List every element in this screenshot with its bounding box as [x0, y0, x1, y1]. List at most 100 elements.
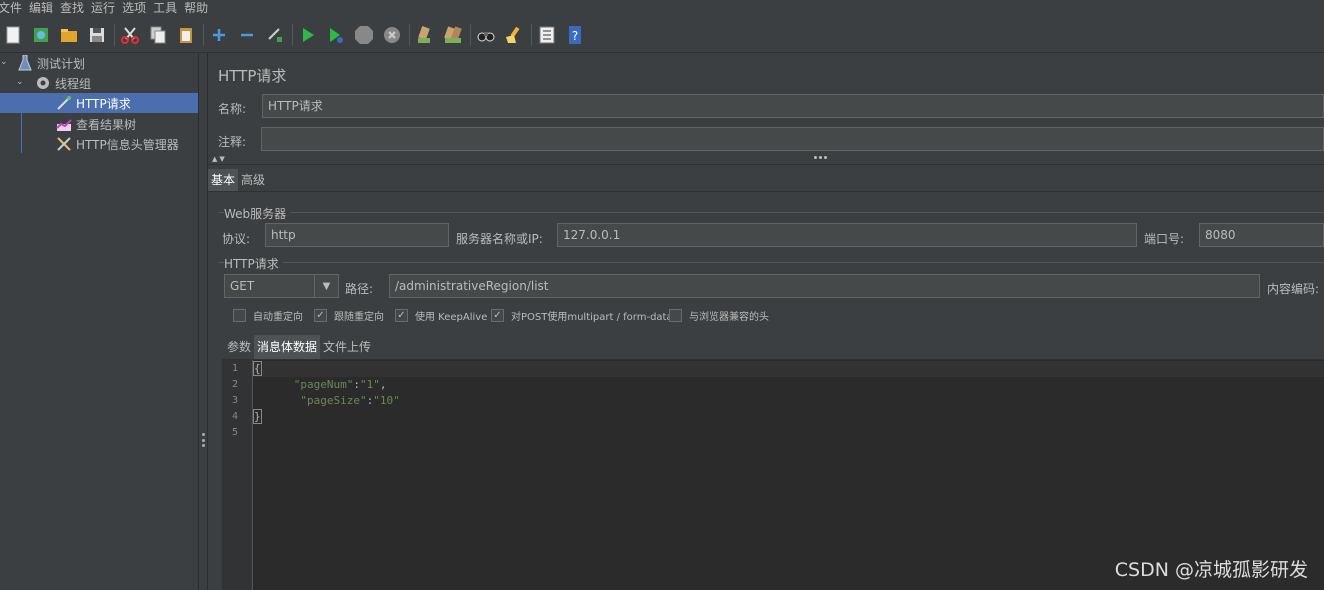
menu-tools[interactable]: 工具: [153, 0, 184, 17]
tree-item-test-plan[interactable]: 测试计划: [16, 53, 85, 73]
paste-icon[interactable]: [175, 24, 197, 46]
checkbox-box[interactable]: [233, 309, 246, 322]
checkbox-label: 自动重定向: [253, 312, 303, 323]
toggle-icon[interactable]: [264, 24, 286, 46]
test-plan-tree: ⌄ 测试计划 ⌄ 线程组 HTTP请求 查看结果树 HTTP信息头管理器: [0, 53, 199, 590]
body-tabs: 参数 消息体数据 文件上传: [224, 335, 374, 359]
menu-edit[interactable]: 编辑: [29, 0, 60, 17]
code-comma: ,: [379, 378, 387, 391]
port-label: 端口号:: [1144, 232, 1185, 246]
code-brace: }: [253, 409, 262, 424]
tree-item-label: 查看结果树: [76, 117, 137, 132]
divider: [208, 191, 1324, 192]
copy-icon[interactable]: [147, 24, 169, 46]
open-icon[interactable]: [58, 24, 80, 46]
path-field[interactable]: /administrativeRegion/list: [389, 274, 1260, 298]
stop-icon[interactable]: [353, 24, 375, 46]
checkbox-box[interactable]: ✓: [395, 309, 408, 322]
browser-compatible-headers-checkbox[interactable]: 与浏览器兼容的头: [669, 308, 769, 323]
method-select[interactable]: GET ▼: [224, 274, 339, 298]
menu-bar: 文件 编辑 查找 运行 选项 工具 帮助: [0, 0, 1324, 17]
toolbar-separator: [203, 23, 204, 46]
splitter-grip-icon: [202, 433, 205, 447]
search-icon[interactable]: [475, 24, 497, 46]
code-key: "pageSize": [300, 394, 367, 407]
reset-search-icon[interactable]: [503, 24, 525, 46]
encoding-label: 内容编码:: [1267, 282, 1320, 296]
page-title: HTTP请求: [218, 67, 287, 85]
name-label: 名称:: [218, 102, 247, 116]
help-icon[interactable]: ?: [564, 24, 586, 46]
save-icon[interactable]: [86, 24, 108, 46]
tab-file-upload[interactable]: 文件上传: [320, 335, 374, 359]
line-number: 3: [231, 395, 238, 406]
code-line[interactable]: }: [253, 409, 262, 425]
group-border: [218, 262, 1324, 263]
splitter-arrows-icon[interactable]: ▲▼: [212, 155, 227, 163]
gear-icon: [34, 74, 52, 92]
tree-item-label: 线程组: [55, 76, 92, 91]
toolbar-separator: [292, 23, 293, 46]
comment-field[interactable]: [261, 127, 1324, 151]
clear-all-icon[interactable]: [442, 24, 464, 46]
start-no-pause-icon[interactable]: [325, 24, 347, 46]
function-helper-icon[interactable]: [536, 24, 558, 46]
tree-item-thread-group[interactable]: 线程组: [34, 73, 91, 93]
code-colon: :: [353, 378, 360, 391]
code-key: "pageNum": [293, 378, 354, 391]
tree-item-label: HTTP请求: [76, 96, 131, 111]
checkbox-label: 跟随重定向: [334, 312, 384, 323]
keepalive-checkbox[interactable]: ✓ 使用 KeepAlive: [395, 308, 487, 323]
tab-advanced[interactable]: 高级: [238, 169, 268, 191]
templates-icon[interactable]: [30, 24, 52, 46]
server-field[interactable]: 127.0.0.1: [557, 223, 1137, 247]
protocol-field[interactable]: http: [265, 223, 449, 247]
tab-basic[interactable]: 基本: [208, 169, 239, 191]
line-number: 4: [231, 411, 238, 422]
chart-icon: [55, 115, 73, 133]
tools-icon: [55, 135, 73, 153]
checkbox-box[interactable]: ✓: [314, 309, 327, 322]
collapse-arrow-icon[interactable]: ⌄: [16, 77, 26, 87]
toolbar-separator: [531, 23, 532, 46]
vertical-splitter[interactable]: [199, 53, 208, 590]
menu-run[interactable]: 运行: [91, 0, 122, 17]
menu-options[interactable]: 选项: [122, 0, 153, 17]
menu-file[interactable]: 文件: [0, 0, 29, 17]
toolbar: ?: [0, 17, 1324, 53]
code-line[interactable]: "pageNum":"1",: [254, 377, 387, 393]
cut-icon[interactable]: [119, 24, 141, 46]
multipart-checkbox[interactable]: ✓ 对POST使用multipart / form-data: [491, 308, 673, 323]
horizontal-splitter[interactable]: ▲▼: [208, 153, 1324, 165]
new-icon[interactable]: [2, 24, 24, 46]
tree-item-header-manager[interactable]: HTTP信息头管理器: [55, 134, 179, 154]
tree-item-http-request[interactable]: HTTP请求: [0, 93, 198, 113]
tree-item-view-results-tree[interactable]: 查看结果树: [55, 114, 136, 134]
toolbar-separator: [470, 23, 471, 46]
tab-body-data[interactable]: 消息体数据: [254, 335, 321, 359]
code-line[interactable]: {: [253, 361, 1324, 377]
menu-help[interactable]: 帮助: [184, 0, 215, 17]
code-line[interactable]: "pageSize":"10": [254, 393, 399, 409]
shutdown-icon[interactable]: [381, 24, 403, 46]
splitter-grip-icon: [814, 156, 827, 159]
protocol-label: 协议:: [222, 232, 251, 246]
collapse-icon[interactable]: [236, 24, 258, 46]
method-value: GET: [230, 279, 255, 293]
web-server-group-title: Web服务器: [224, 205, 291, 222]
follow-redirects-checkbox[interactable]: ✓ 跟随重定向: [314, 308, 384, 323]
expand-icon[interactable]: [208, 24, 230, 46]
chevron-down-icon[interactable]: ▼: [314, 275, 338, 297]
redirect-auto-checkbox[interactable]: 自动重定向: [233, 308, 303, 323]
checkbox-label: 与浏览器兼容的头: [689, 312, 769, 323]
menu-search[interactable]: 查找: [60, 0, 91, 17]
name-field[interactable]: HTTP请求: [262, 94, 1324, 118]
port-field[interactable]: 8080: [1199, 223, 1324, 247]
start-icon[interactable]: [297, 24, 319, 46]
clear-icon[interactable]: [414, 24, 436, 46]
collapse-arrow-icon[interactable]: ⌄: [0, 57, 10, 67]
checkbox-box[interactable]: ✓: [491, 309, 504, 322]
checkbox-box[interactable]: [669, 309, 682, 322]
tab-parameters[interactable]: 参数: [224, 335, 254, 359]
